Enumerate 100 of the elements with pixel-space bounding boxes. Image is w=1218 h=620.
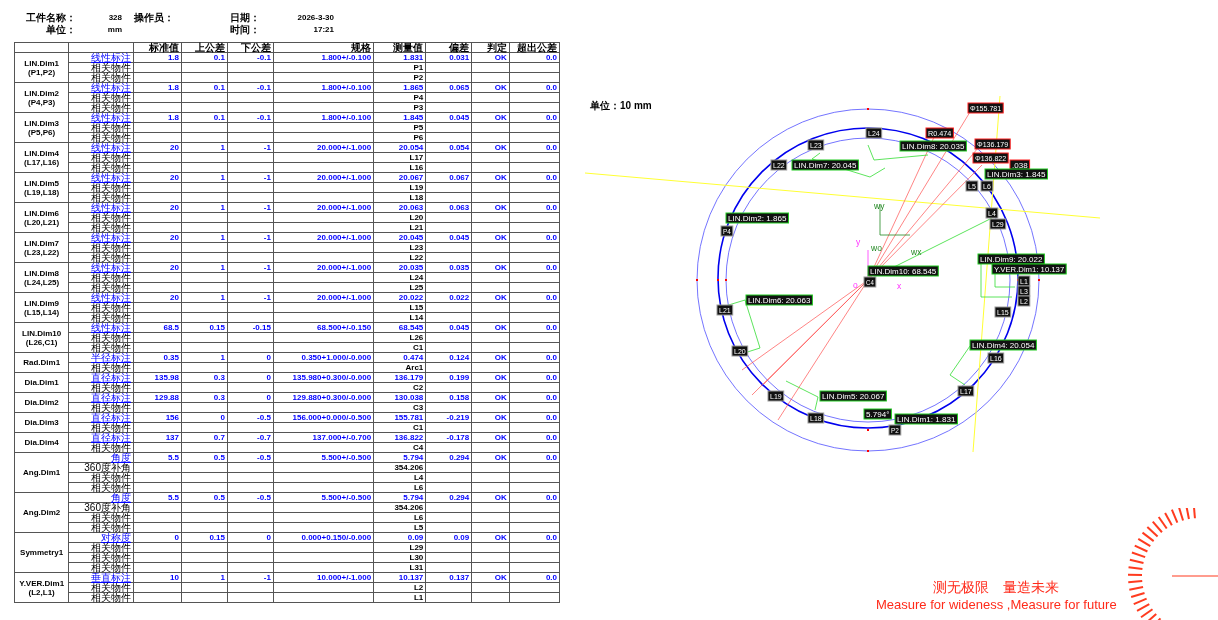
table-cell: 10	[133, 572, 182, 583]
table-cell: 1.845	[373, 112, 426, 123]
table-cell: 20	[133, 292, 182, 303]
type-label: 相关物件	[91, 423, 131, 432]
table-cell: L26	[373, 332, 426, 343]
table-cell: 5.500+/-0.500	[273, 452, 374, 463]
table-cell: 0.3	[181, 372, 228, 383]
table-cell: 20	[133, 202, 182, 213]
type-label: 相关物件	[91, 343, 131, 352]
table-cell: -0.1	[227, 52, 274, 63]
slogan-english: Measure for wideness ,Measure for future	[876, 596, 1117, 614]
table-cell: 0.0	[509, 452, 560, 463]
type-label: 相关物件	[91, 303, 131, 312]
dimension-name: LIN.Dim8	[24, 268, 59, 278]
table-cell: 129.88	[133, 392, 182, 403]
dimension-name: Dia.Dim4	[24, 438, 59, 447]
axis-label: y	[856, 237, 861, 247]
table-cell: OK	[471, 232, 510, 243]
table-cell: 1	[181, 142, 228, 153]
table-cell: 5.5	[133, 452, 182, 463]
type-label: 相关物件	[91, 103, 131, 112]
type-label: 相关物件	[91, 63, 131, 72]
dimension-refs: (L2,L1)	[28, 587, 55, 597]
table-cell: 0.035	[425, 262, 472, 273]
type-label: 相关物件	[91, 383, 131, 392]
dimension-name: Dia.Dim2	[24, 398, 59, 407]
table-cell: 0.15	[181, 532, 228, 543]
dimension-refs: (L19,L18)	[24, 187, 60, 197]
table-cell: 0.0	[509, 352, 560, 363]
table-cell: OK	[471, 432, 510, 443]
table-cell: 156.000+0.000/-0.500	[273, 412, 374, 423]
table-cell: 0.0	[509, 412, 560, 423]
table-cell: C1	[373, 422, 426, 433]
table-cell: 1.865	[373, 82, 426, 93]
dimension-refs: (L24,L25)	[24, 277, 60, 287]
table-cell: 0.1	[181, 112, 228, 123]
table-cell: 0.15	[181, 322, 228, 333]
table-cell: 354.206	[373, 462, 426, 473]
table-cell: -1	[227, 262, 274, 273]
table-cell: C4	[373, 442, 426, 453]
table-cell: 0.35	[133, 352, 182, 363]
dimension-refs: (P5,P6)	[28, 127, 56, 137]
field-value: 17:21	[312, 24, 334, 36]
table-cell: C2	[373, 382, 426, 393]
table-cell: P1	[373, 62, 426, 73]
type-label: 相关物件	[91, 253, 131, 262]
table-cell: 135.980+0.300/-0.000	[273, 372, 374, 383]
table-cell: OK	[471, 412, 510, 423]
table-cell: OK	[471, 262, 510, 273]
table-cell: 130.038	[373, 392, 426, 403]
table-cell: 20	[133, 232, 182, 243]
table-cell: 0.09	[425, 532, 472, 543]
type-label: 相关物件	[91, 243, 131, 252]
table-cell: 1.8	[133, 52, 182, 63]
table-cell: -1	[227, 292, 274, 303]
table-cell: L6	[373, 482, 426, 493]
table-cell: 136.822	[373, 432, 426, 443]
type-label: 相关物件	[91, 443, 131, 452]
dimension-refs: (L20,L21)	[24, 217, 60, 227]
table-cell: 0.137	[425, 572, 472, 583]
axis-label: wx	[911, 247, 922, 257]
dimension-name: Dia.Dim3	[24, 418, 59, 427]
table-cell: 10.137	[373, 572, 426, 583]
table-cell: 20.000+/-1.000	[273, 262, 374, 273]
table-cell: 1.831	[373, 52, 426, 63]
table-cell: 1	[181, 262, 228, 273]
table-cell: 0.0	[509, 142, 560, 153]
column-header: 判定	[471, 42, 510, 53]
dimension-name: Dia.Dim1	[24, 378, 59, 387]
dimension-name: Y.VER.Dim1	[19, 578, 65, 588]
field-label: 日期：	[229, 12, 261, 24]
slogan-chinese: 测无极限 量造未来	[933, 578, 1060, 596]
table-cell: -1	[227, 172, 274, 183]
table-cell: 0.0	[509, 372, 560, 383]
dimension-name: LIN.Dim1	[24, 58, 59, 68]
table-cell: 0.0	[509, 112, 560, 123]
type-label: 相关物件	[91, 403, 131, 412]
table-cell: OK	[471, 52, 510, 63]
table-cell: -1	[227, 232, 274, 243]
table-cell: 20.000+/-1.000	[273, 202, 374, 213]
table-cell: L21	[373, 222, 426, 233]
table-cell: 1	[181, 292, 228, 303]
dimension-name: Rad.Dim1	[23, 358, 61, 367]
table-cell: 0.0	[509, 52, 560, 63]
table-cell: 0	[227, 392, 274, 403]
table-cell: L31	[373, 562, 426, 573]
column-header: 下公差	[227, 42, 274, 53]
table-cell: 20	[133, 172, 182, 183]
type-label: 相关物件	[91, 483, 131, 492]
table-cell: 5.5	[133, 492, 182, 503]
table-cell: OK	[471, 112, 510, 123]
table-cell: 0	[181, 412, 228, 423]
table-cell: 20.063	[373, 202, 426, 213]
dimension-name: LIN.Dim10	[22, 328, 62, 338]
table-cell: 0.065	[425, 82, 472, 93]
table-cell: L2	[373, 582, 426, 593]
dimension-refs: (P4,P3)	[28, 97, 56, 107]
type-label: 相关物件	[91, 473, 131, 482]
table-cell: 0.0	[509, 82, 560, 93]
column-header: 上公差	[181, 42, 228, 53]
